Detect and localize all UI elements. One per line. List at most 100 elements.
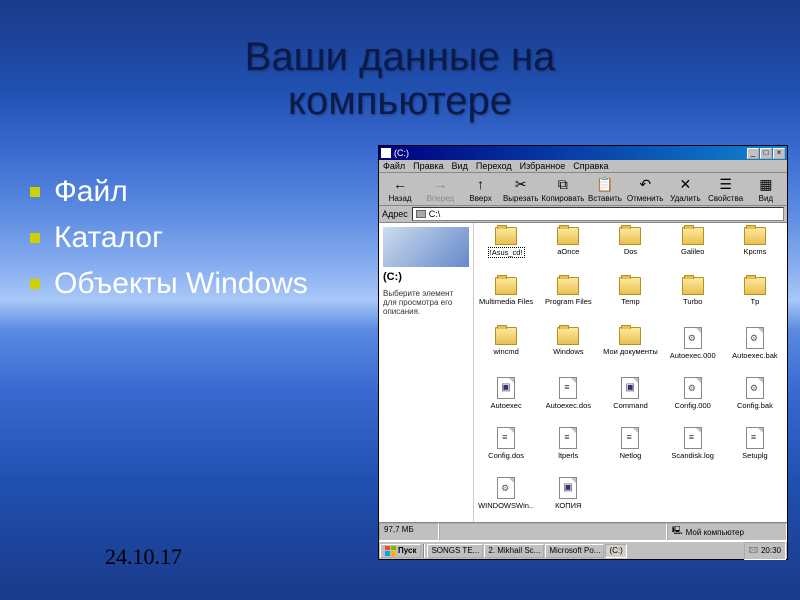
file-grid[interactable]: !Asus_cd!aOnceDosGalileoKpcms Multimedia … xyxy=(474,223,787,522)
folder-item[interactable]: wincmd xyxy=(476,327,536,375)
drive-icon xyxy=(381,148,391,158)
address-field[interactable]: C:\ xyxy=(412,207,784,221)
file-icon xyxy=(559,477,577,499)
bullet-text: Файл xyxy=(54,175,128,209)
file-icon xyxy=(559,427,577,449)
slide-date: 24.10.17 xyxy=(105,544,182,570)
toolbar-отменить[interactable]: ↶Отменить xyxy=(626,175,664,203)
minimize-button[interactable]: _ xyxy=(747,148,759,159)
file-label: Config.dos xyxy=(488,451,524,460)
file-icon xyxy=(621,377,639,399)
toolbar-вверх[interactable]: ↑Вверх xyxy=(461,175,499,203)
file-label: Multimedia Files xyxy=(479,297,533,306)
folder-item[interactable]: !Asus_cd! xyxy=(476,227,536,275)
file-item[interactable]: Command xyxy=(600,377,660,425)
info-pane: (C:) Выберите элемент для просмотра его … xyxy=(379,223,474,522)
file-label: ltperls xyxy=(558,451,578,460)
toolbar-icon: ← xyxy=(391,175,409,193)
file-icon xyxy=(684,327,702,349)
file-label: Tp xyxy=(751,297,760,306)
statusbar: 97,7 МБ 🖳Мой компьютер xyxy=(379,522,787,541)
toolbar-свойства[interactable]: ☰Свойства xyxy=(707,175,745,203)
file-icon xyxy=(746,327,764,349)
folder-icon xyxy=(557,277,579,295)
folder-icon xyxy=(557,227,579,245)
bullet-list: Файл Каталог Объекты Windows xyxy=(30,175,308,313)
bullet-text: Каталог xyxy=(54,221,163,255)
file-item[interactable]: Autoexec.000 xyxy=(663,327,723,375)
folder-icon xyxy=(619,227,641,245)
folder-item[interactable]: Temp xyxy=(600,277,660,325)
folder-item[interactable]: Мои документы xyxy=(600,327,660,375)
folder-item[interactable]: Program Files xyxy=(538,277,598,325)
toolbar-удалить[interactable]: ✕Удалить xyxy=(666,175,704,203)
file-label: КОПИЯ xyxy=(555,501,581,510)
file-item[interactable]: ltperls xyxy=(538,427,598,475)
toolbar-icon: ↑ xyxy=(472,175,490,193)
file-item[interactable]: Autoexec xyxy=(476,377,536,425)
folder-item[interactable]: Multimedia Files xyxy=(476,277,536,325)
file-icon xyxy=(559,377,577,399)
menu-favorites[interactable]: Избранное xyxy=(520,161,566,171)
menu-file[interactable]: Файл xyxy=(383,161,405,171)
taskbar: Пуск SONGS TE...2. Mikhail Sc...Microsof… xyxy=(379,541,787,559)
file-item[interactable]: Autoexec.bak xyxy=(725,327,785,375)
folder-item[interactable]: aOnce xyxy=(538,227,598,275)
folder-item[interactable]: Turbo xyxy=(663,277,723,325)
menu-go[interactable]: Переход xyxy=(476,161,512,171)
folder-item[interactable]: Kpcms xyxy=(725,227,785,275)
file-item[interactable]: Config.000 xyxy=(663,377,723,425)
close-button[interactable]: × xyxy=(773,148,785,159)
folder-icon xyxy=(744,227,766,245)
titlebar[interactable]: (C:) _ □ × xyxy=(379,146,787,160)
maximize-button[interactable]: □ xyxy=(760,148,772,159)
file-item[interactable]: Autoexec.dos xyxy=(538,377,598,425)
status-location: 🖳Мой компьютер xyxy=(667,523,787,541)
menu-help[interactable]: Справка xyxy=(573,161,608,171)
file-item[interactable]: WINDOWSWin... xyxy=(476,477,536,522)
folder-item[interactable]: Windows xyxy=(538,327,598,375)
file-label: Autoexec xyxy=(490,401,521,410)
folder-item[interactable]: Tp xyxy=(725,277,785,325)
folder-item[interactable]: Galileo xyxy=(663,227,723,275)
toolbar-вид[interactable]: ▦Вид xyxy=(747,175,785,203)
explorer-window: (C:) _ □ × Файл Правка Вид Переход Избра… xyxy=(378,145,788,560)
toolbar: ←Назад→Вперед↑Вверх✂Вырезать⧉Копировать📋… xyxy=(379,172,787,206)
bullet-item: Каталог xyxy=(30,221,308,255)
toolbar-копировать[interactable]: ⧉Копировать xyxy=(542,175,584,203)
file-item[interactable]: Setuplg xyxy=(725,427,785,475)
file-item[interactable]: Netlog xyxy=(600,427,660,475)
file-label: Turbo xyxy=(683,297,702,306)
bullet-item: Файл xyxy=(30,175,308,209)
file-icon xyxy=(746,427,764,449)
folder-icon xyxy=(557,327,579,345)
status-size: 97,7 МБ xyxy=(379,523,439,541)
start-button[interactable]: Пуск xyxy=(380,544,421,558)
toolbar-вырезать[interactable]: ✂Вырезать xyxy=(502,175,540,203)
menu-edit[interactable]: Правка xyxy=(413,161,443,171)
taskbar-button[interactable]: Microsoft Po... xyxy=(545,544,604,558)
taskbar-button[interactable]: 2. Mikhail Sc... xyxy=(484,544,544,558)
toolbar-назад[interactable]: ←Назад xyxy=(381,175,419,203)
address-label: Адрес xyxy=(382,209,408,219)
menu-view[interactable]: Вид xyxy=(452,161,468,171)
toolbar-icon: ⧉ xyxy=(554,175,572,193)
window-title: (C:) xyxy=(394,148,747,158)
file-icon xyxy=(684,427,702,449)
toolbar-вставить[interactable]: 📋Вставить xyxy=(586,175,624,203)
drive-icon xyxy=(416,210,426,218)
file-label: Autoexec.000 xyxy=(670,351,716,360)
tray-icon[interactable]: 🖂 xyxy=(749,544,758,558)
file-label: Мои документы xyxy=(603,347,658,356)
slide-title: Ваши данные на компьютере xyxy=(0,0,800,123)
folder-icon xyxy=(744,277,766,295)
folder-item[interactable]: Dos xyxy=(600,227,660,275)
system-tray[interactable]: 🖂 20:30 xyxy=(744,542,786,560)
file-item[interactable]: Config.dos xyxy=(476,427,536,475)
file-item[interactable]: КОПИЯ xyxy=(538,477,598,522)
taskbar-button[interactable]: SONGS TE... xyxy=(427,544,483,558)
file-label: Netlog xyxy=(620,451,642,460)
file-item[interactable]: Scandisk.log xyxy=(663,427,723,475)
file-item[interactable]: Config.bak xyxy=(725,377,785,425)
taskbar-button[interactable]: (C:) xyxy=(605,544,626,558)
